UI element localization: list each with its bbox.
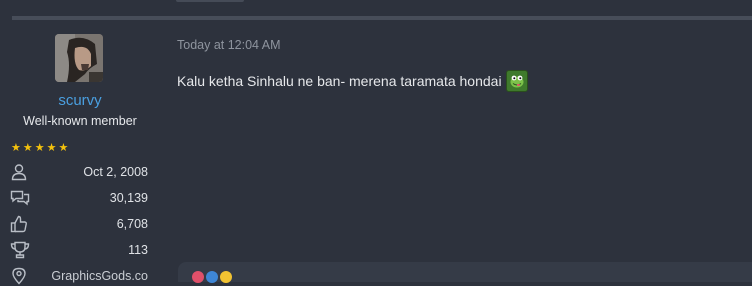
location-icon — [10, 266, 32, 286]
reply-box[interactable] — [178, 262, 752, 282]
stat-location: GraphicsGods.co — [10, 266, 148, 286]
post-divider — [12, 16, 752, 20]
trophy-icon — [10, 240, 32, 260]
stat-value: 30,139 — [109, 191, 148, 205]
stat-reactions: 6,708 — [10, 214, 148, 234]
messages-icon — [10, 188, 32, 208]
stat-messages: 30,139 — [10, 188, 148, 208]
stat-joined: Oct 2, 2008 — [10, 162, 148, 182]
like-reaction-icon — [206, 271, 218, 283]
stat-value[interactable]: GraphicsGods.co — [51, 269, 148, 283]
star-icon: ★ — [34, 142, 45, 154]
haha-reaction-icon — [220, 271, 232, 283]
star-icon: ★ — [22, 142, 33, 154]
user-rating-stars: ★ ★ ★ ★ ★ — [11, 142, 68, 154]
love-reaction-icon — [192, 271, 204, 283]
stat-points: 113 — [10, 240, 148, 260]
star-icon: ★ — [58, 142, 69, 154]
message-user-column: scurvy Well-known member ★ ★ ★ ★ ★ Oct 2… — [0, 34, 160, 285]
avatar-image — [55, 34, 103, 82]
message-text: Kalu ketha Sinhalu ne ban- merena tarama… — [177, 73, 502, 89]
frog-smiley-icon — [505, 70, 528, 92]
stat-value: 113 — [128, 243, 148, 257]
user-icon — [10, 162, 32, 182]
user-title: Well-known member — [23, 114, 137, 128]
message-body: Kalu ketha Sinhalu ne ban- merena tarama… — [177, 70, 528, 92]
top-tab — [176, 0, 244, 2]
star-icon: ★ — [11, 142, 21, 154]
message-date[interactable]: Today at 12:04 AM — [177, 38, 281, 52]
thumbs-up-icon — [10, 214, 32, 234]
stat-value: Oct 2, 2008 — [83, 165, 148, 179]
avatar[interactable] — [55, 34, 103, 82]
star-icon: ★ — [46, 142, 57, 154]
reaction-summary[interactable] — [192, 271, 232, 283]
username[interactable]: scurvy — [0, 92, 160, 109]
stat-value: 6,708 — [116, 217, 148, 231]
